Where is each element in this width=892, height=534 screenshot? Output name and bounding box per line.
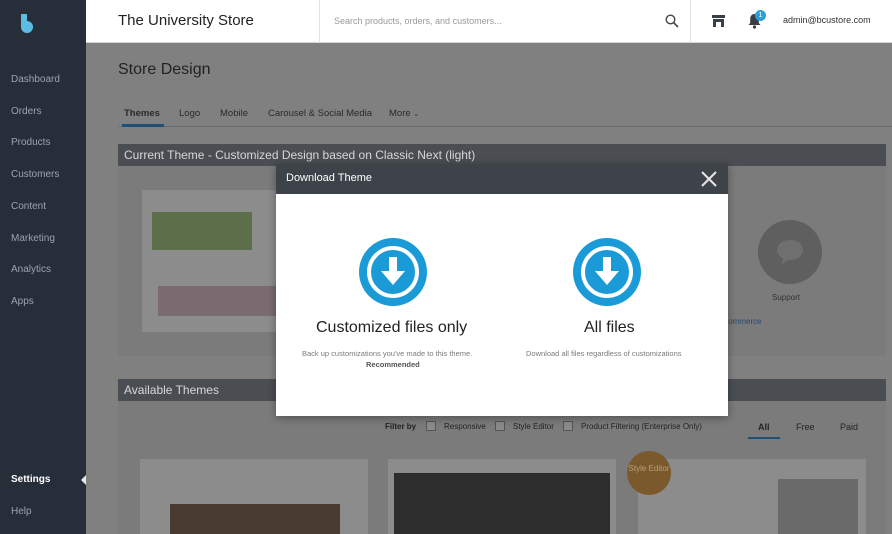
theme-thumbnail-1[interactable] xyxy=(140,459,368,534)
price-tab-all[interactable]: All xyxy=(758,422,770,432)
download-all-title: All files xyxy=(584,319,635,336)
notification-badge: 1 xyxy=(755,10,766,21)
theme-thumbnail-2[interactable] xyxy=(388,459,616,534)
user-menu[interactable]: admin@bcustore.com xyxy=(783,15,871,25)
search-input[interactable] xyxy=(334,13,634,29)
tab-mobile[interactable]: Mobile xyxy=(220,108,248,119)
sidebar-item-content[interactable]: Content xyxy=(11,201,46,212)
thumbnail-image xyxy=(170,504,340,534)
search-bar xyxy=(319,0,691,43)
logo-icon[interactable] xyxy=(18,13,35,33)
filter-product-filtering-checkbox[interactable] xyxy=(563,421,573,431)
download-icon[interactable] xyxy=(359,238,427,306)
tab-carousel-social[interactable]: Carousel & Social Media xyxy=(268,108,372,119)
sidebar-item-help[interactable]: Help xyxy=(11,506,32,517)
price-tab-underline xyxy=(748,437,780,439)
active-tab-underline xyxy=(122,124,164,127)
download-customized-option[interactable]: Customized files only Back up customizat… xyxy=(276,164,511,416)
thumbnail-image xyxy=(778,479,858,534)
tab-logo[interactable]: Logo xyxy=(179,108,200,119)
tab-more[interactable]: More ⌄ xyxy=(389,108,419,119)
sidebar-item-orders[interactable]: Orders xyxy=(11,106,42,117)
support-label[interactable]: Support xyxy=(772,293,800,302)
recommended-label: Recommended xyxy=(366,360,420,369)
tab-more-label: More xyxy=(389,108,411,119)
thumbnail-image xyxy=(394,473,610,534)
filter-responsive-label[interactable]: Responsive xyxy=(444,422,486,431)
sidebar-item-settings[interactable]: Settings xyxy=(11,474,50,485)
download-customized-title: Customized files only xyxy=(316,319,468,336)
price-tab-paid[interactable]: Paid xyxy=(840,422,858,432)
download-theme-modal: Download Theme Customized files only Bac… xyxy=(276,164,728,416)
style-editor-badge: Style Editor xyxy=(627,451,671,495)
sidebar-item-analytics[interactable]: Analytics xyxy=(11,264,51,275)
sidebar-item-products[interactable]: Products xyxy=(11,137,50,148)
price-tab-free[interactable]: Free xyxy=(796,422,815,432)
download-all-description: Download all files regardless of customi… xyxy=(526,349,682,358)
sidebar-item-apps[interactable]: Apps xyxy=(11,296,34,307)
filter-style-editor-label[interactable]: Style Editor xyxy=(513,422,554,431)
current-theme-heading: Current Theme - Customized Design based … xyxy=(118,144,886,166)
top-bar: The University Store 1 admin@bcustore.co… xyxy=(86,0,892,43)
sidebar-item-customers[interactable]: Customers xyxy=(11,169,59,180)
chat-bubble-glyph xyxy=(777,240,803,265)
page-title: Store Design xyxy=(118,61,211,78)
design-tabs: Themes Logo Mobile Carousel & Social Med… xyxy=(118,101,892,127)
download-icon[interactable] xyxy=(573,238,641,306)
chat-bubble-icon[interactable] xyxy=(758,220,822,284)
sidebar-item-dashboard[interactable]: Dashboard xyxy=(11,74,60,85)
tab-themes[interactable]: Themes xyxy=(124,108,160,119)
chevron-down-icon: ⌄ xyxy=(413,111,420,118)
search-icon[interactable] xyxy=(665,14,679,28)
filter-product-filtering-label[interactable]: Product Filtering (Enterprise Only) xyxy=(581,422,702,431)
filter-style-editor-checkbox[interactable] xyxy=(495,421,505,431)
sidebar-item-marketing[interactable]: Marketing xyxy=(11,233,55,244)
theme-thumbnail-3[interactable] xyxy=(638,459,866,534)
storefront-icon[interactable] xyxy=(711,14,726,28)
thumbnail-banner xyxy=(152,212,252,250)
filter-label: Filter by xyxy=(385,422,417,431)
sidebar: Dashboard Orders Products Customers Cont… xyxy=(0,0,86,534)
download-all-option[interactable]: All files Download all files regardless … xyxy=(511,164,728,416)
thumbnail-products xyxy=(158,286,278,316)
store-title[interactable]: The University Store xyxy=(118,12,254,29)
download-customized-description: Back up customizations you've made to th… xyxy=(302,349,473,358)
filter-responsive-checkbox[interactable] xyxy=(426,421,436,431)
